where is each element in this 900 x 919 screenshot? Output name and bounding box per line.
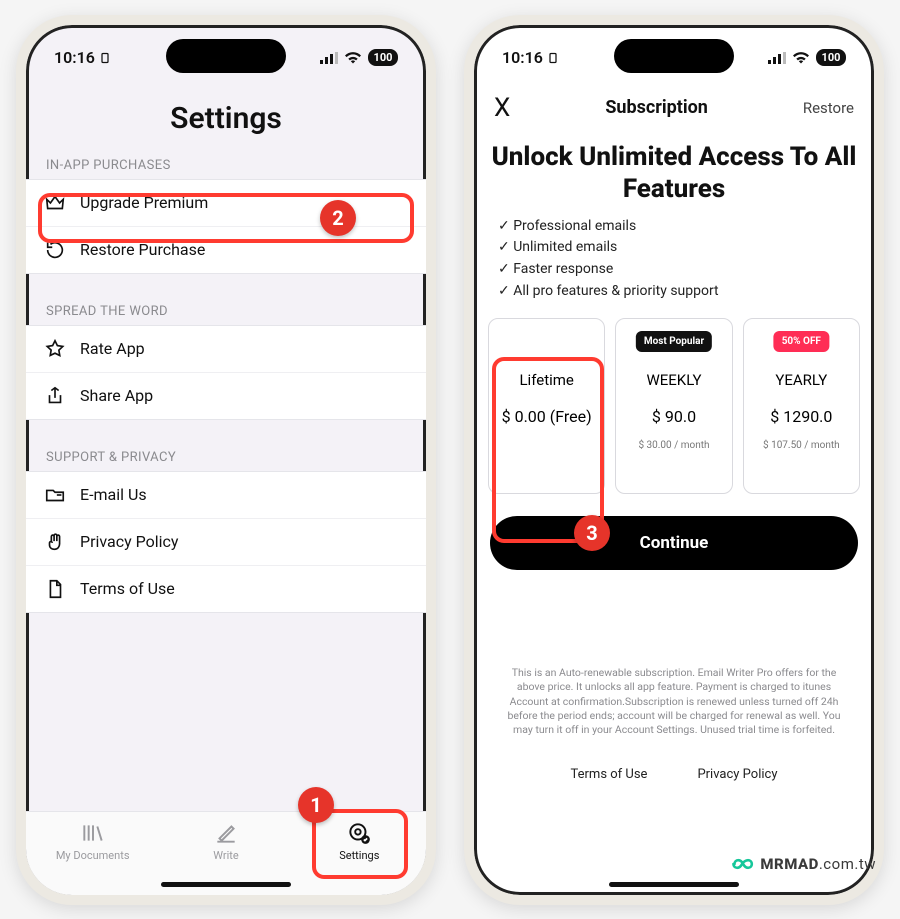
document-icon xyxy=(44,578,66,600)
dynamic-island xyxy=(614,39,734,73)
feature-item: ✓ Faster response xyxy=(498,259,850,281)
tab-my-documents[interactable]: My Documents xyxy=(43,820,143,862)
card-icon xyxy=(547,52,559,64)
row-label: Restore Purchase xyxy=(80,240,205,259)
wifi-icon xyxy=(792,51,810,64)
plan-price: $ 90.0 xyxy=(652,407,696,426)
plan-tag-discount: 50% OFF xyxy=(774,331,829,352)
plan-name: YEARLY xyxy=(775,371,827,389)
feature-item: ✓ Professional emails xyxy=(498,216,850,238)
row-label: Share App xyxy=(80,386,153,405)
pen-icon xyxy=(213,820,239,846)
row-label: E-mail Us xyxy=(80,485,147,504)
page-title: Settings xyxy=(26,101,426,136)
pricing-plans: Lifetime $ 0.00 (Free) Most Popular WEEK… xyxy=(474,302,874,502)
row-terms-of-use[interactable]: Terms of Use xyxy=(26,566,426,612)
feature-list: ✓ Professional emails ✓ Unlimited emails… xyxy=(474,216,874,303)
watermark-brand: MRMAD xyxy=(760,855,818,873)
plan-subprice: $ 30.00 / month xyxy=(638,440,709,451)
row-email-us[interactable]: E-mail Us xyxy=(26,472,426,519)
plan-tag-most-popular: Most Popular xyxy=(636,331,712,352)
row-rate-app[interactable]: Rate App xyxy=(26,326,426,373)
battery-indicator: 100 xyxy=(816,49,846,66)
row-privacy-policy[interactable]: Privacy Policy xyxy=(26,519,426,566)
feature-item: ✓ Unlimited emails xyxy=(498,237,850,259)
crown-icon xyxy=(44,192,66,214)
tab-label: Write xyxy=(213,849,238,862)
footer-links: Terms of Use Privacy Policy xyxy=(474,767,874,782)
plan-price: $ 0.00 (Free) xyxy=(502,407,592,426)
annotation-badge-3: 3 xyxy=(574,515,610,551)
list-iap: Upgrade Premium Restore Purchase xyxy=(26,179,426,274)
wifi-icon xyxy=(344,51,362,64)
plan-lifetime[interactable]: Lifetime $ 0.00 (Free) xyxy=(488,318,605,494)
row-label: Upgrade Premium xyxy=(80,193,208,212)
home-indicator[interactable] xyxy=(609,882,739,887)
status-time: 10:16 xyxy=(54,48,95,67)
row-restore-purchase[interactable]: Restore Purchase xyxy=(26,227,426,273)
hand-icon xyxy=(44,531,66,553)
plan-weekly[interactable]: Most Popular WEEKLY $ 90.0 $ 30.00 / mon… xyxy=(615,318,732,494)
infinity-icon xyxy=(728,851,754,877)
row-upgrade-premium[interactable]: Upgrade Premium xyxy=(26,180,426,227)
status-time: 10:16 xyxy=(502,48,543,67)
list-spread: Rate App Share App xyxy=(26,325,426,420)
library-icon xyxy=(80,820,106,846)
subscription-title: Subscription xyxy=(605,97,708,118)
section-header-iap: IN-APP PURCHASES xyxy=(26,158,426,179)
footer-terms-link[interactable]: Terms of Use xyxy=(571,767,648,782)
list-support: E-mail Us Privacy Policy Terms of Use xyxy=(26,471,426,613)
restore-button[interactable]: Restore xyxy=(803,99,854,117)
row-label: Terms of Use xyxy=(80,579,175,598)
tab-label: Settings xyxy=(339,849,379,862)
phone-right-subscription: 10:16 100 X Subscription Restore Unlock … xyxy=(464,15,884,905)
feature-item: ✓ All pro features & priority support xyxy=(498,281,850,303)
fine-print: This is an Auto-renewable subscription. … xyxy=(498,666,850,737)
card-icon xyxy=(99,52,111,64)
continue-button[interactable]: Continue xyxy=(490,516,858,570)
annotation-badge-1: 1 xyxy=(298,787,334,823)
plan-price: $ 1290.0 xyxy=(770,407,832,426)
close-button[interactable]: X xyxy=(494,93,510,123)
subscription-header: X Subscription Restore xyxy=(474,85,874,123)
gear-check-icon xyxy=(346,820,372,846)
restore-icon xyxy=(44,239,66,261)
row-label: Privacy Policy xyxy=(80,532,179,551)
cellular-icon xyxy=(320,52,338,64)
watermark: MRMAD.com.tw xyxy=(728,851,876,877)
dynamic-island xyxy=(166,39,286,73)
hero-headline: Unlock Unlimited Access To All Features xyxy=(490,141,858,206)
plan-name: Lifetime xyxy=(519,371,573,389)
home-indicator[interactable] xyxy=(161,882,291,887)
plan-yearly[interactable]: 50% OFF YEARLY $ 1290.0 $ 107.50 / month xyxy=(743,318,860,494)
plan-subprice: $ 107.50 / month xyxy=(763,440,840,451)
phone-left-settings: 10:16 100 Settings IN-APP PURCHASES Upgr… xyxy=(16,15,436,905)
annotation-badge-2: 2 xyxy=(320,200,356,236)
battery-indicator: 100 xyxy=(368,49,398,66)
row-share-app[interactable]: Share App xyxy=(26,373,426,419)
tab-write[interactable]: Write xyxy=(176,820,276,862)
tab-settings[interactable]: Settings xyxy=(309,820,409,862)
cellular-icon xyxy=(768,52,786,64)
mail-folder-icon xyxy=(44,484,66,506)
footer-privacy-link[interactable]: Privacy Policy xyxy=(697,767,777,782)
watermark-suffix: .com.tw xyxy=(819,855,876,873)
section-header-support: SUPPORT & PRIVACY xyxy=(26,450,426,471)
tab-label: My Documents xyxy=(56,849,130,862)
row-label: Rate App xyxy=(80,339,145,358)
section-header-spread: SPREAD THE WORD xyxy=(26,304,426,325)
share-icon xyxy=(44,385,66,407)
plan-name: WEEKLY xyxy=(646,371,701,389)
star-icon xyxy=(44,338,66,360)
